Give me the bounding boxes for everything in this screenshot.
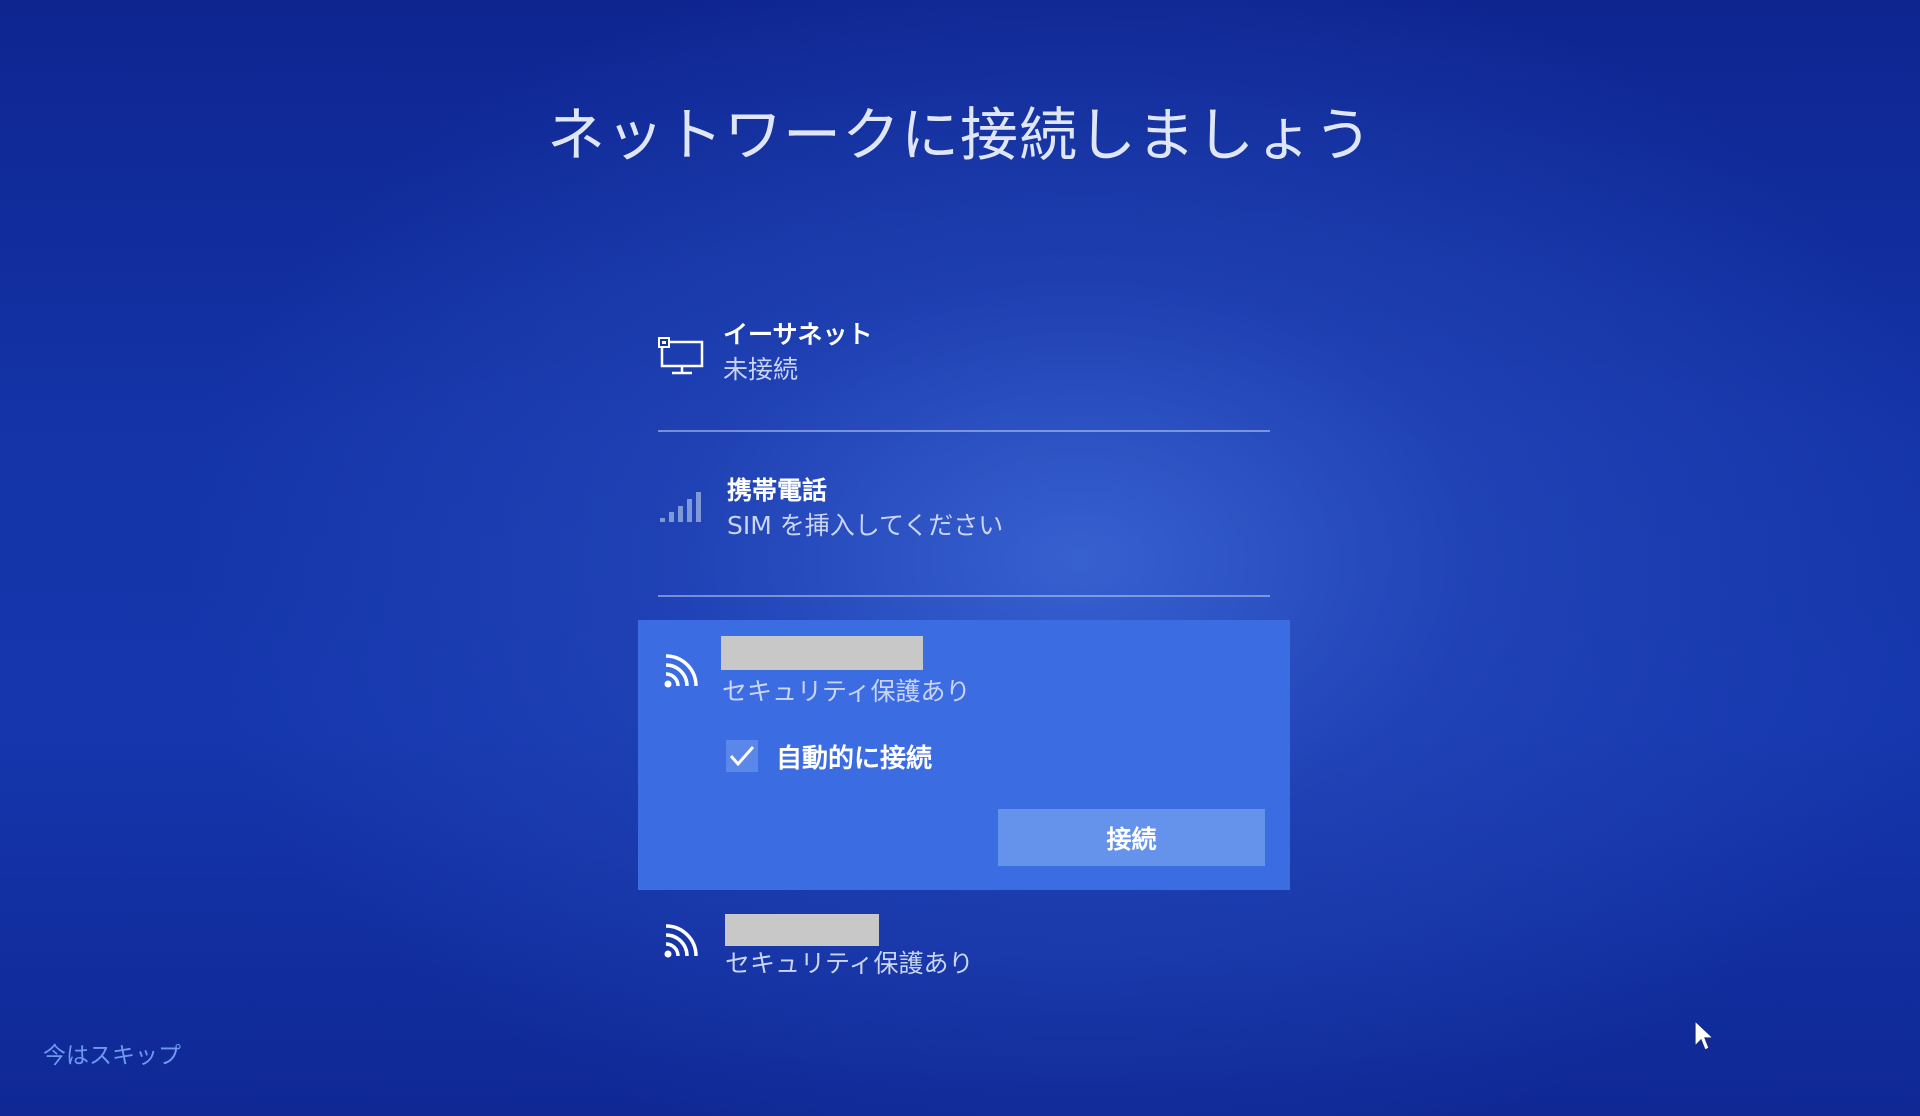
wifi-selected-status: セキュリティ保護あり (722, 677, 971, 706)
wifi-name-redacted (725, 914, 879, 946)
wifi-icon (662, 918, 704, 964)
network-item-ethernet[interactable]: イーサネット 未接続 (658, 318, 1270, 398)
connect-button[interactable]: 接続 (998, 809, 1265, 866)
cellular-status: SIM を挿入してください (727, 511, 1004, 540)
network-item-wifi-other[interactable]: セキュリティ保護あり (662, 910, 1274, 980)
wifi-icon (662, 648, 704, 694)
network-item-wifi-selected[interactable]: セキュリティ保護あり 自動的に接続 接続 (638, 620, 1290, 890)
divider (658, 430, 1270, 432)
ethernet-icon (658, 336, 706, 380)
checkmark-icon (729, 746, 755, 767)
skip-link[interactable]: 今はスキップ (43, 1036, 181, 1070)
auto-connect-checkbox[interactable] (726, 740, 758, 772)
ethernet-status: 未接続 (723, 355, 799, 384)
divider (658, 595, 1270, 597)
page-title: ネットワークに接続しましょう (546, 101, 1373, 169)
network-item-cellular[interactable]: 携帯電話 SIM を挿入してください (658, 474, 1270, 554)
mouse-cursor-icon (1694, 1019, 1716, 1056)
wifi-name-redacted (721, 636, 923, 670)
auto-connect-label[interactable]: 自動的に接続 (776, 738, 932, 775)
ethernet-name: イーサネット (723, 320, 873, 349)
wifi-other-status: セキュリティ保護あり (725, 949, 974, 978)
cellular-name: 携帯電話 (727, 476, 828, 505)
cellular-signal-icon (658, 488, 706, 528)
